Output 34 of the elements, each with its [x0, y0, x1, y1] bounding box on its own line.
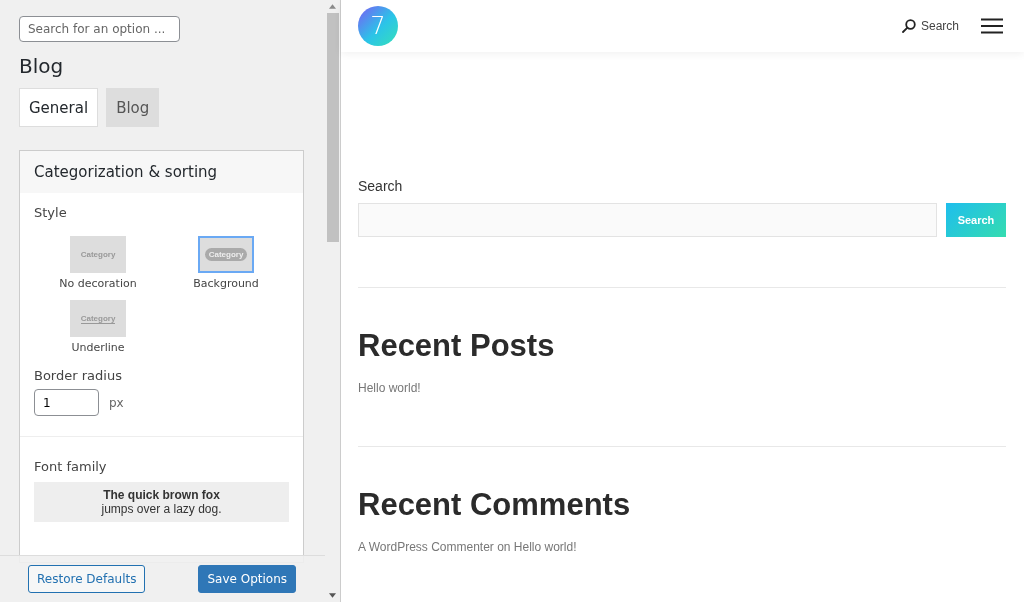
widget-title: Recent Comments: [358, 487, 632, 523]
scroll-down-icon[interactable]: [329, 593, 336, 598]
panel-title: Blog: [19, 54, 65, 78]
number-field[interactable]: 1: [34, 389, 99, 416]
search-icon: [901, 19, 916, 33]
post-link[interactable]: Hello world!: [358, 381, 421, 395]
tab[interactable]: Blog: [106, 88, 160, 127]
widget-label: Search: [358, 178, 404, 194]
search-field[interactable]: Search for an option ...: [19, 16, 180, 42]
category-sample: Category: [204, 248, 248, 261]
save-button[interactable]: Save Options: [198, 565, 296, 593]
field-label: Font family: [34, 459, 108, 474]
scroll-up-icon[interactable]: [329, 4, 336, 9]
site-logo[interactable]: 7: [358, 6, 398, 46]
tab[interactable]: General: [19, 88, 99, 127]
unit-label: px: [109, 395, 124, 410]
menu-icon[interactable]: [981, 18, 1003, 34]
field-label: Style: [34, 205, 68, 220]
widget-title: Recent Posts: [358, 328, 556, 364]
restore-button[interactable]: Restore Defaults: [28, 565, 146, 593]
comment-link[interactable]: A WordPress Commenter on Hello world!: [358, 540, 577, 554]
category-sample: Category: [80, 313, 116, 324]
sample-text: The quick brown fox: [103, 488, 220, 502]
scrollbar-thumb[interactable]: [326, 13, 339, 242]
scrollbar[interactable]: [325, 0, 340, 602]
field-label: Border radius: [34, 368, 123, 383]
style-option-label: No decoration: [59, 277, 137, 290]
style-option-label: Underline: [71, 341, 125, 354]
style-option-label: Background: [193, 277, 259, 290]
search-link[interactable]: Search: [901, 19, 959, 33]
sample-text: jumps over a lazy dog.: [101, 502, 222, 516]
font-preview[interactable]: The quick brown fox jumps over a lazy dog.: [34, 482, 289, 522]
category-sample: Category: [80, 250, 116, 259]
section-header[interactable]: Categorization & sorting: [20, 151, 303, 193]
